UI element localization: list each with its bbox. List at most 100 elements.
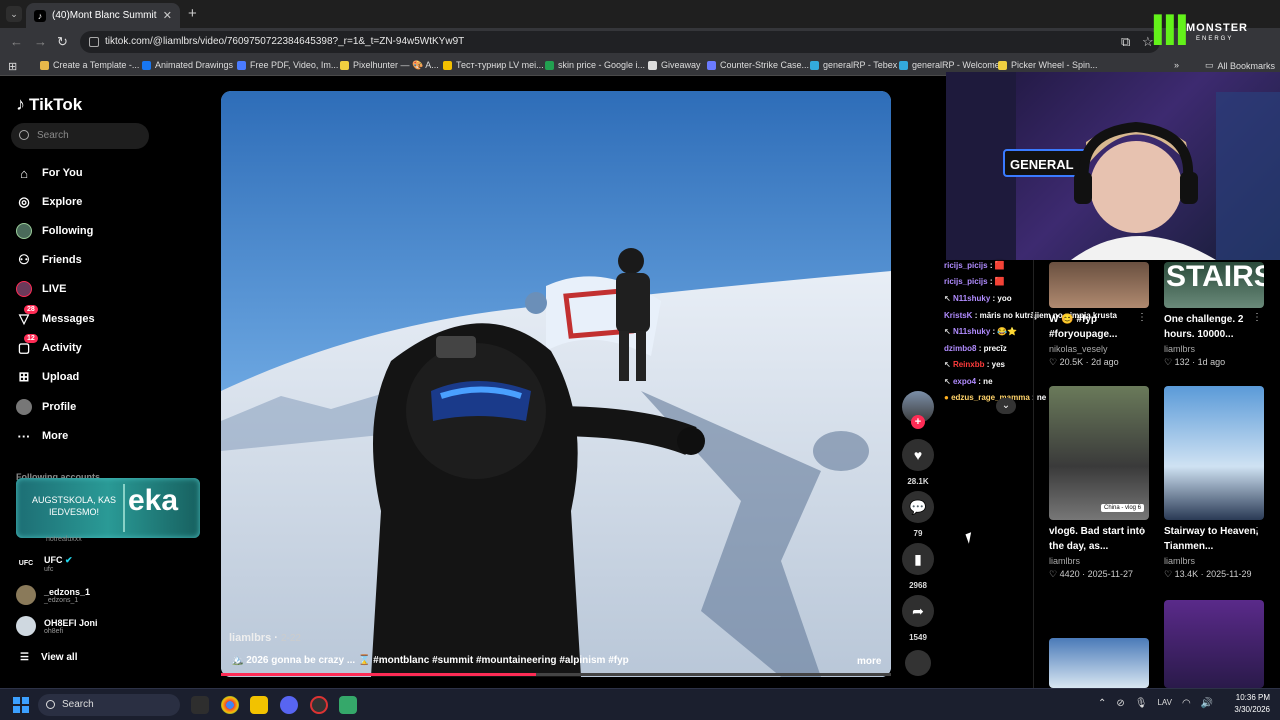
bookmark-item[interactable]: generalRP - Welcome bbox=[899, 60, 1000, 70]
install-app-icon[interactable]: ⧉ bbox=[1121, 34, 1130, 50]
video-player[interactable] bbox=[221, 91, 891, 677]
discord-icon[interactable] bbox=[280, 696, 298, 714]
bookmark-item[interactable]: Picker Wheel - Spin... bbox=[998, 60, 1098, 70]
apps-grid-icon[interactable]: ⊞ bbox=[8, 60, 17, 73]
video-thumbnail bbox=[1164, 600, 1264, 688]
tab-search-dropdown-icon[interactable]: ⌄ bbox=[6, 6, 22, 22]
following-account-edzons[interactable]: _edzons_1 _edzons_1 bbox=[16, 585, 90, 605]
sidebar-item-for-you[interactable]: ⌂ For You bbox=[16, 165, 82, 181]
more-options-icon[interactable]: ⋮ bbox=[1137, 312, 1147, 323]
sidebar-item-explore[interactable]: ◎ Explore bbox=[16, 194, 82, 210]
search-input[interactable]: Search bbox=[11, 123, 149, 149]
more-options-icon[interactable]: ⋮ bbox=[1252, 312, 1262, 323]
bookmark-item[interactable]: generalRP - Tebex bbox=[810, 60, 897, 70]
video-author[interactable]: liamlbrs · 2-22 bbox=[229, 632, 301, 644]
file-explorer-icon[interactable] bbox=[250, 696, 268, 714]
video-author: liamlbrs bbox=[1164, 556, 1196, 566]
obs-icon[interactable] bbox=[310, 696, 328, 714]
video-thumbnail bbox=[1049, 638, 1149, 688]
bookmark-favicon-icon bbox=[998, 60, 1007, 70]
share-arrow-icon[interactable]: ➦ bbox=[902, 595, 934, 627]
bookmark-item[interactable]: Counter-Strike Case... bbox=[707, 60, 809, 70]
clock[interactable]: 10:36 PM 3/30/2026 bbox=[1234, 692, 1270, 716]
verified-badge-icon: ✔ bbox=[65, 555, 73, 565]
chat-badge-icon: ↖ bbox=[944, 360, 951, 369]
sidebar-item-friends[interactable]: ⚇ Friends bbox=[16, 252, 82, 268]
bookmark-icon[interactable]: ▮ bbox=[902, 543, 934, 575]
recommended-video-card[interactable]: China - vlog 6 ⋮ vlog6. Bad start into t… bbox=[1049, 386, 1149, 580]
bookmark-item[interactable]: Тест-турнир LV mei... bbox=[443, 60, 544, 70]
sidebar-item-messages[interactable]: ▽ 28 Messages bbox=[16, 305, 95, 327]
banner-divider bbox=[123, 484, 125, 532]
bookmark-favicon-icon bbox=[142, 60, 151, 70]
reload-icon[interactable]: ↻ bbox=[57, 34, 68, 50]
microphone-icon[interactable]: 🎙 bbox=[1135, 698, 1148, 709]
windows-start-icon[interactable] bbox=[13, 697, 29, 713]
video-thumbnail: STAIRS bbox=[1164, 262, 1264, 308]
recommended-video-card[interactable] bbox=[1049, 638, 1149, 688]
banner-brand: eka bbox=[128, 484, 179, 517]
scroll-down-chevron-icon[interactable]: ⌄ bbox=[996, 398, 1016, 414]
like-action[interactable]: ♥ 28.1K bbox=[902, 439, 934, 486]
tiktok-logo[interactable]: ♪ TikTok bbox=[16, 94, 82, 115]
notepad-icon[interactable] bbox=[339, 696, 357, 714]
sidebar-item-upload[interactable]: ⊞ Upload bbox=[16, 369, 80, 385]
video-title: W 😊 #fyp #foryoupage... bbox=[1049, 314, 1118, 340]
task-view-icon[interactable] bbox=[191, 696, 209, 714]
chevron-up-icon[interactable]: ⌃ bbox=[1098, 698, 1106, 709]
comment-action[interactable]: 💬 79 bbox=[902, 491, 934, 538]
comment-icon[interactable]: 💬 bbox=[902, 491, 934, 523]
new-tab-plus-icon[interactable]: + bbox=[188, 5, 197, 22]
bookmark-item[interactable]: Pixelhunter — 🎨 A... bbox=[340, 60, 439, 71]
bookmark-item[interactable]: Giveaway bbox=[648, 60, 701, 70]
sidebar-item-profile[interactable]: Profile bbox=[16, 399, 76, 415]
bookmark-item[interactable]: skin price - Google i... bbox=[545, 60, 645, 70]
save-action[interactable]: ▮ 2968 bbox=[902, 543, 934, 590]
recommended-video-card[interactable]: STAIRS ⋮ One challenge. 2 hours. 10000..… bbox=[1164, 262, 1264, 368]
heart-icon[interactable]: ♥ bbox=[902, 439, 934, 471]
comment-count: 79 bbox=[913, 529, 923, 538]
forward-arrow-icon[interactable]: → bbox=[34, 34, 47, 49]
caption-more-button[interactable]: more bbox=[857, 656, 881, 667]
browser-tab-active[interactable]: ♪ (40)Mont Blanc Summit: 2026 l ✕ bbox=[26, 3, 180, 28]
bookmark-favicon-icon bbox=[707, 60, 716, 70]
following-account-ufc[interactable]: UFC UFC ✔ ufc bbox=[16, 554, 73, 574]
following-account-oh8efi[interactable]: OH8EFI Joni oh8efi bbox=[16, 616, 98, 636]
taskbar-search[interactable]: Search bbox=[38, 694, 180, 716]
sidebar-item-live[interactable]: LIVE bbox=[16, 281, 66, 297]
banner-slogan: AUGSTSKOLA, KAS IEDVESMO! bbox=[31, 495, 117, 517]
messages-badge: 28 bbox=[24, 305, 38, 314]
recommended-video-card[interactable]: ⋮ W 😊 #fyp #foryoupage... nikolas_vesely… bbox=[1049, 262, 1149, 368]
language-indicator[interactable]: LAV bbox=[1157, 698, 1172, 709]
recommended-video-card[interactable]: ⋮ Stairway to Heaven, Tianmen... liamlbr… bbox=[1164, 386, 1264, 580]
close-tab-icon[interactable]: ✕ bbox=[163, 9, 172, 22]
video-date: 2-22 bbox=[280, 633, 301, 644]
sidebar-item-following[interactable]: Following bbox=[16, 223, 93, 239]
bookmark-item[interactable]: Create a Template -... bbox=[40, 60, 139, 70]
friends-icon: ⚇ bbox=[18, 252, 30, 267]
music-disc-icon[interactable] bbox=[902, 650, 934, 676]
share-count: 1549 bbox=[909, 633, 927, 642]
site-info-icon[interactable] bbox=[89, 37, 99, 47]
recommended-video-card[interactable] bbox=[1164, 600, 1264, 688]
speaker-icon[interactable]: 🔊 bbox=[1201, 698, 1213, 709]
chrome-icon[interactable] bbox=[221, 696, 239, 714]
back-arrow-icon[interactable]: ← bbox=[10, 34, 23, 49]
follow-plus-icon[interactable]: + bbox=[911, 415, 925, 429]
network-icon[interactable]: ⊘ bbox=[1116, 698, 1124, 709]
view-all-button[interactable]: ☰ View all bbox=[20, 652, 77, 663]
bookmark-item[interactable]: Animated Drawings bbox=[142, 60, 233, 70]
share-action[interactable]: ➦ 1549 bbox=[902, 595, 934, 642]
browser-tab-bar: ⌄ ♪ (40)Mont Blanc Summit: 2026 l ✕ + bbox=[0, 0, 1280, 28]
sidebar-item-more[interactable]: ··· More bbox=[16, 428, 69, 444]
bookmark-item[interactable]: Free PDF, Video, Im... bbox=[237, 60, 338, 70]
wifi-icon[interactable]: ◠ bbox=[1182, 698, 1191, 709]
account-handle: oh8efi bbox=[44, 627, 64, 635]
address-bar[interactable]: tiktok.com/@liamlbrs/video/7609750722384… bbox=[80, 31, 1160, 53]
ufc-avatar: UFC bbox=[16, 554, 36, 574]
video-progress-bar[interactable] bbox=[221, 673, 891, 676]
sidebar-item-activity[interactable]: ▢ 12 Activity bbox=[16, 334, 82, 356]
more-options-icon[interactable]: ⋮ bbox=[1252, 526, 1262, 537]
more-options-icon[interactable]: ⋮ bbox=[1137, 526, 1147, 537]
browser-toolbar: ← → ↻ tiktok.com/@liamlbrs/video/7609750… bbox=[0, 28, 1280, 56]
